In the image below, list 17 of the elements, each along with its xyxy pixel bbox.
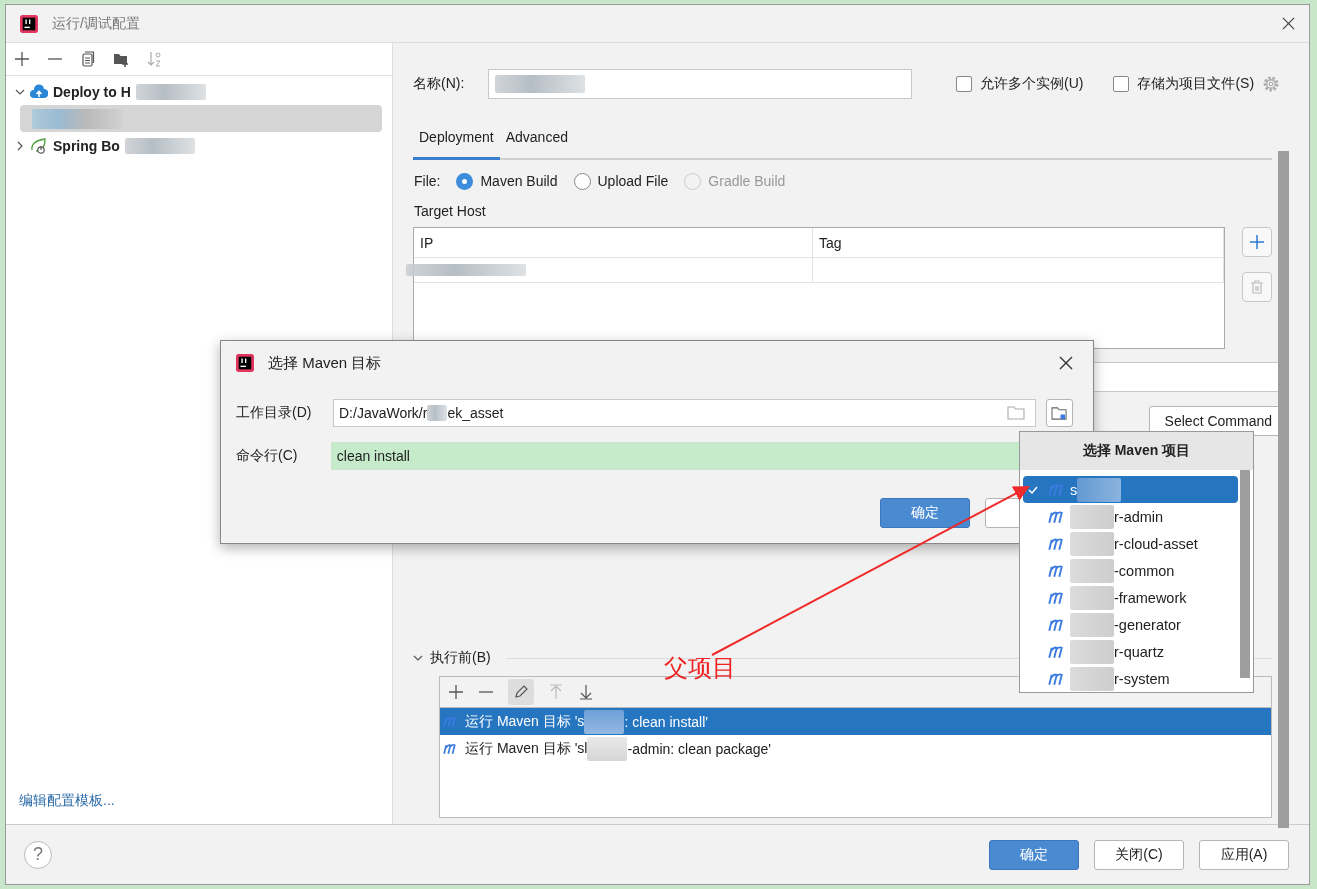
checkbox-label: 存储为项目文件(S) <box>1137 75 1255 93</box>
annotation-text: 父项目 <box>664 653 736 683</box>
section-title: 执行前(B) <box>430 649 491 667</box>
file-label: File: <box>414 173 441 189</box>
target-host-label: Target Host <box>413 203 487 219</box>
radio-label: Maven Build <box>480 173 558 189</box>
column-header: Tag <box>813 228 1224 257</box>
field-label: 命令行(C) <box>236 447 299 465</box>
window-title: 运行/调试配置 <box>52 14 141 33</box>
radio-label: Gradle Build <box>708 173 786 189</box>
column-header: IP <box>414 228 813 257</box>
dialog-title: 选择 Maven 目标 <box>268 353 382 373</box>
radio-label: Upload File <box>597 173 669 189</box>
name-label: 名称(N): <box>413 75 466 93</box>
field-label: 工作目录(D) <box>236 404 313 422</box>
popup-title: 选择 Maven 项目 <box>1020 432 1253 470</box>
checkbox-label: 允许多个实例(U) <box>980 75 1084 93</box>
